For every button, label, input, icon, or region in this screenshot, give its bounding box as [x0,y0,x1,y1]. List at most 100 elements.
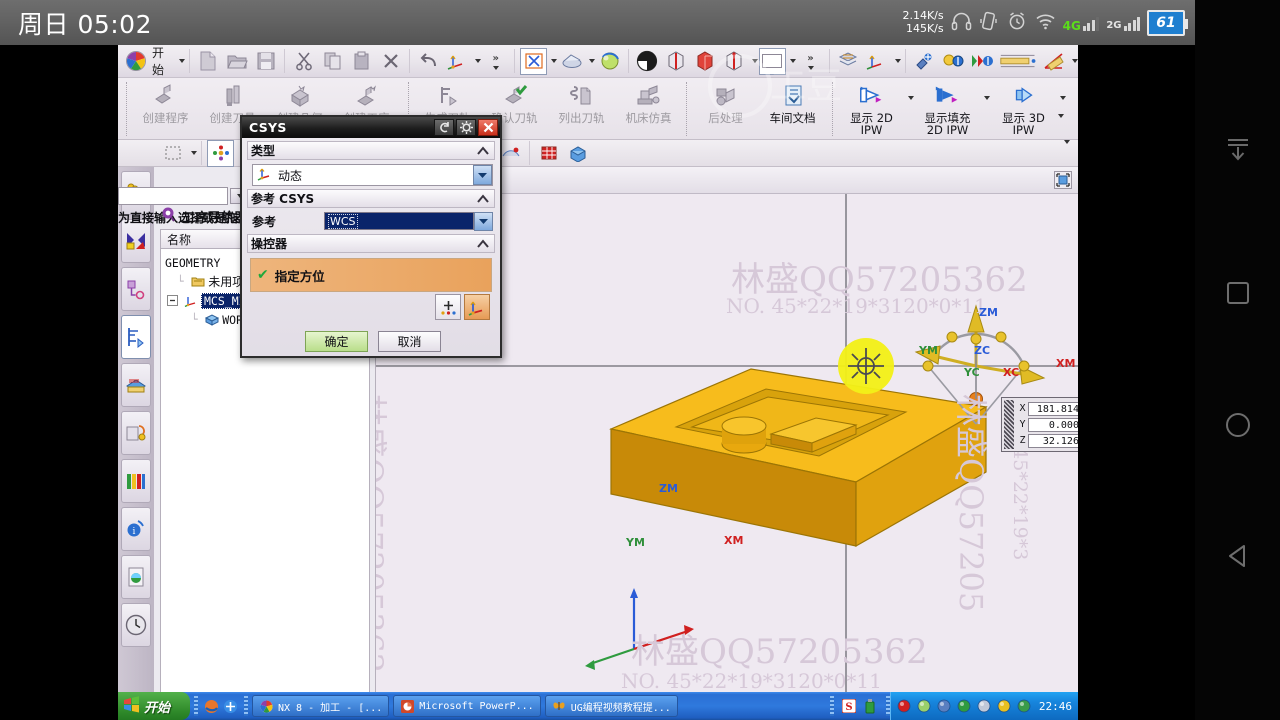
ribbon-item-show-3d-ipw[interactable]: 显示 3D IPW [990,78,1057,138]
reset-icon[interactable] [434,119,454,136]
ribbon-overflow-caret-icon[interactable] [1055,114,1064,137]
toolbar-overflow-caret-icon[interactable] [1061,139,1070,163]
ribbon-item-shop-documentation[interactable]: 车间文档 [759,78,826,138]
cancel-button[interactable]: 取消 [378,331,441,352]
dialog-titlebar[interactable]: CSYS [242,117,500,138]
monitor-icon[interactable] [937,699,952,714]
taskbar-item[interactable]: UG编程视频教程提... [544,695,678,717]
mail-icon[interactable] [1017,699,1032,714]
analysis-icon[interactable] [940,48,967,75]
back-icon[interactable] [1195,535,1280,577]
coordinate-value-input[interactable]: 181.8141 [1028,401,1078,416]
chevron-down-icon[interactable] [548,48,558,75]
resource-machining-method-icon[interactable] [121,315,151,359]
chevron-down-icon[interactable] [787,48,797,75]
layer-settings-icon[interactable] [835,48,862,75]
chevron-up-icon[interactable] [475,143,491,158]
undo-icon[interactable] [415,48,442,75]
blank-style-icon[interactable] [758,47,787,75]
angle-icon[interactable] [1041,48,1068,75]
drag-grip[interactable] [1004,400,1014,449]
paste-icon[interactable] [348,48,375,75]
filter-input[interactable] [118,187,228,205]
start-caret-icon[interactable] [178,59,185,63]
chevron-down-icon[interactable] [586,48,596,75]
new-file-icon[interactable] [194,48,221,75]
wireframe-box-icon[interactable] [721,48,748,75]
point-dialog-icon[interactable] [435,294,461,320]
resource-history-icon[interactable] [121,603,151,647]
open-folder-icon[interactable] [223,48,250,75]
taskbar-item[interactable]: NX 8 - 加工 - [... [252,695,390,717]
fit-window-icon[interactable] [520,47,548,75]
recent-apps-icon[interactable] [1195,272,1280,314]
nx-logo-icon[interactable] [122,48,149,75]
resource-reuse-library-icon[interactable] [121,411,151,455]
taskbar-clock[interactable]: 22:46 [1039,700,1072,713]
drafting-icon[interactable] [998,48,1039,75]
chevron-down-icon[interactable] [187,140,197,167]
static-wireframe-icon[interactable] [663,48,690,75]
copy-icon[interactable] [319,48,346,75]
coordinate-readout[interactable]: X181.8141Y0.0000Z32.1265 [1001,397,1078,452]
home-icon[interactable] [1195,404,1280,446]
save-icon[interactable] [252,48,279,75]
start-menu-label[interactable]: 开始 [150,45,176,78]
chevron-down-icon[interactable] [981,96,990,119]
pulldown-icon[interactable] [1195,130,1280,170]
resource-web-browser-icon[interactable] [121,555,151,599]
section-icon[interactable] [969,48,996,75]
ribbon-item-show-filled-2d-ipw[interactable]: 显示填充 2D IPW [914,78,981,138]
chevron-down-icon[interactable] [905,96,914,119]
chevron-up-icon[interactable] [475,236,491,251]
snap-all-icon[interactable] [207,139,234,167]
more-icon[interactable]: » [482,48,509,75]
layer-grid-icon[interactable] [535,140,562,167]
resource-engineering-library-icon[interactable] [121,459,151,503]
chevron-down-icon[interactable] [472,48,482,75]
coordinate-value-input[interactable]: 0.0000 [1028,417,1078,432]
shield-red-icon[interactable] [897,699,912,714]
network-icon[interactable] [917,699,932,714]
specify-orientation-row[interactable]: ✔ 指定方位 [250,258,492,292]
studio-shaded-icon[interactable] [692,48,719,75]
chevron-down-icon[interactable] [749,48,758,75]
windows-start-button[interactable]: 开始 [118,692,190,720]
collapse-toggle-icon[interactable] [165,294,180,308]
csys-dialog[interactable]: CSYS 类型 动态 参考 CSYS 参考 WCS 操控器 ✔ 指定方位 确定 … [240,115,502,358]
close-icon[interactable] [478,119,498,136]
csys-dialog-icon[interactable] [464,294,490,320]
chevron-down-icon[interactable] [1069,48,1078,75]
sound-icon[interactable] [977,699,992,714]
ie-icon[interactable] [204,699,219,714]
resource-hd3d-tools-icon[interactable]: i [121,507,151,551]
cut-icon[interactable] [290,48,317,75]
ribbon-item-list-toolpath[interactable]: 列出刀轨 [548,78,615,138]
coordinate-value-input[interactable]: 32.1265 [1028,433,1078,448]
section-manipulator[interactable]: 操控器 [247,234,495,253]
ribbon-item-show-2d-ipw[interactable]: 显示 2D IPW [838,78,905,138]
move-object-icon[interactable] [864,48,891,75]
measure-icon[interactable] [911,48,938,75]
chevron-down-icon[interactable] [473,165,492,185]
settings-gear-icon[interactable] [456,119,476,136]
ribbon-item-machine-simulation[interactable]: 机床仿真 [615,78,682,138]
sogou-icon[interactable]: S [842,699,857,714]
ribbon-item-post-process[interactable]: 后处理 [692,78,759,138]
chevron-down-icon[interactable] [474,211,493,231]
type-combobox[interactable]: 动态 [252,164,493,186]
ribbon-item-create-program[interactable]: 创建程序 [132,78,199,138]
ok-button[interactable]: 确定 [305,331,368,352]
reference-combobox[interactable]: WCS [324,212,474,230]
wcs-display-icon[interactable] [564,140,591,167]
csys-icon[interactable] [444,48,471,75]
fit-view-icon[interactable] [1054,171,1072,189]
shaded-with-edges-icon[interactable] [634,48,661,75]
zoom-icon[interactable] [558,48,585,75]
delete-icon[interactable] [377,48,404,75]
chevron-up-icon[interactable] [475,191,491,206]
more-overflow-icon[interactable]: » [797,48,824,75]
show-desktop-icon[interactable] [223,699,238,714]
update-icon[interactable] [997,699,1012,714]
rotate-icon[interactable] [596,48,623,75]
